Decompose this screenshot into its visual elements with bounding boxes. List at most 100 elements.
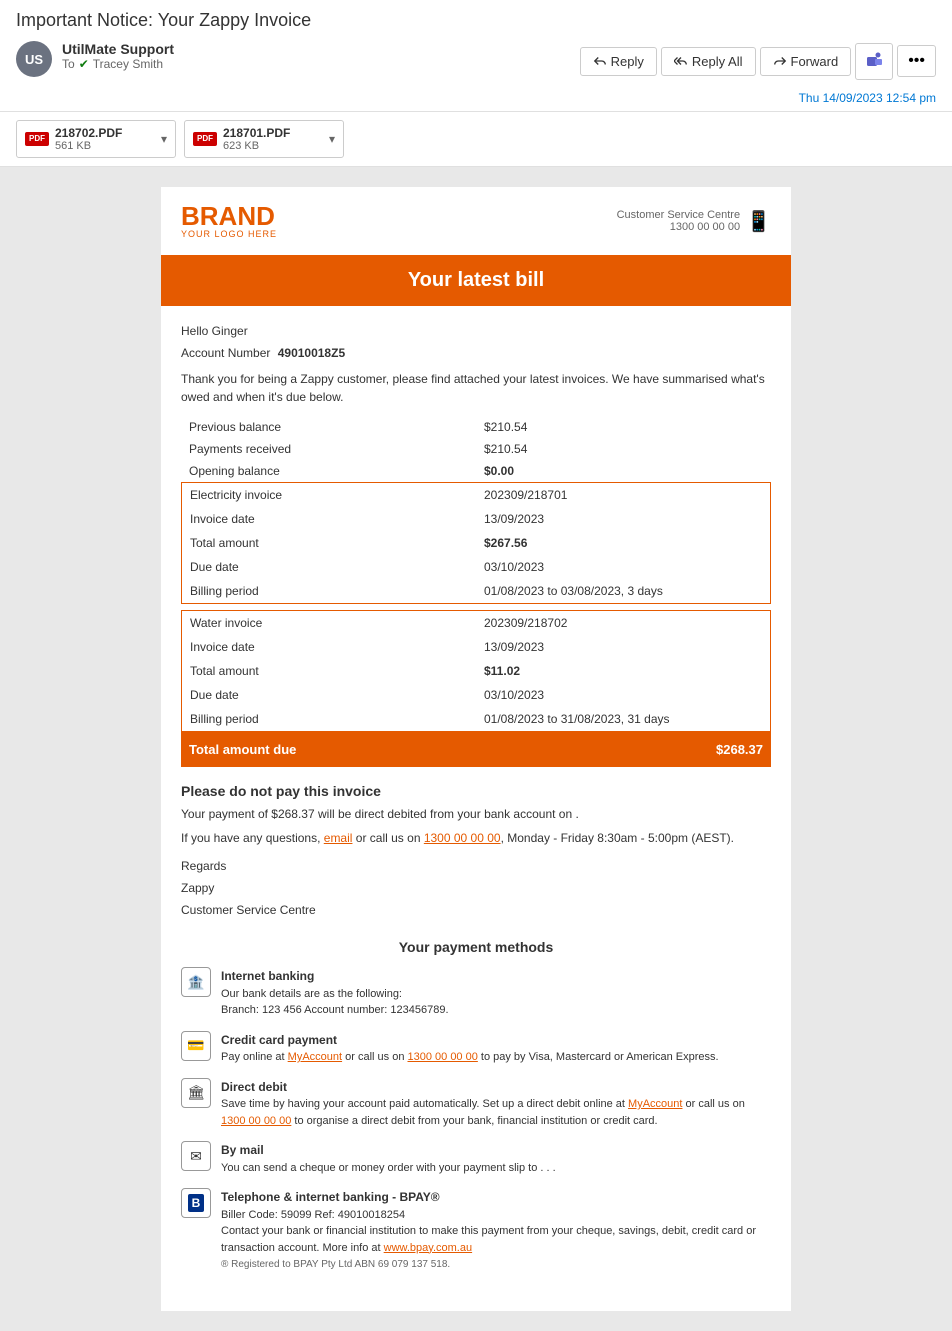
elec-date-label: Invoice date [182,507,477,531]
cs-phone: 1300 00 00 00 [617,221,741,233]
water-date-row: Invoice date 13/09/2023 [182,635,771,659]
reply-all-icon [674,54,688,68]
water-invoice-label: Water invoice [182,611,477,636]
email-content: BRAND YOUR LOGO HERE Customer Service Ce… [161,187,791,1311]
elec-invoice-label: Electricity invoice [182,483,477,508]
question-text: If you have any questions, email or call… [181,829,771,847]
attachment-1-size: 561 KB [55,140,155,152]
recipient-name: Tracey Smith [93,57,163,71]
email-actions: Reply Reply All Forward ••• [580,43,936,80]
attachment-2-chevron: ▾ [329,132,335,146]
company-name: Zappy [181,879,771,897]
water-date-value: 13/09/2023 [476,635,771,659]
payment-credit-card: 💳 Credit card payment Pay online at MyAc… [181,1031,771,1066]
email-link[interactable]: email [324,831,353,845]
phone-link-dd[interactable]: 1300 00 00 00 [221,1115,291,1127]
company-dept: Customer Service Centre [181,901,771,919]
no-pay-heading: Please do not pay this invoice [181,783,771,799]
to-label: To [62,57,75,71]
water-due-label: Due date [182,683,477,707]
credit-card-title: Credit card payment [221,1033,337,1047]
opening-value: $0.00 [476,460,771,482]
email-timestamp: Thu 14/09/2023 12:54 pm [799,91,936,105]
bpay-title: Telephone & internet banking - BPAY® [221,1190,440,1204]
more-options-button[interactable]: ••• [897,45,936,77]
water-table: Water invoice 202309/218702 Invoice date… [181,610,771,732]
mail-detail: You can send a cheque or money order wit… [221,1162,556,1174]
customer-service: Customer Service Centre 1300 00 00 00 📱 [617,209,771,234]
elec-period-value: 01/08/2023 to 03/08/2023, 3 days [476,579,771,604]
brand-logo-area: BRAND YOUR LOGO HERE [181,203,277,239]
brand-header: BRAND YOUR LOGO HERE Customer Service Ce… [161,187,791,255]
water-invoice-row: Water invoice 202309/218702 [182,611,771,636]
brand-name: BRAND [181,203,277,229]
water-period-row: Billing period 01/08/2023 to 31/08/2023,… [182,707,771,732]
elec-total-label: Total amount [182,531,477,555]
elec-due-row: Due date 03/10/2023 [182,555,771,579]
elec-invoice-value: 202309/218701 [476,483,771,508]
more-dots: ••• [908,52,925,69]
elec-period-row: Billing period 01/08/2023 to 03/08/2023,… [182,579,771,604]
reply-button[interactable]: Reply [580,47,657,76]
elec-period-label: Billing period [182,579,477,604]
water-due-row: Due date 03/10/2023 [182,683,771,707]
mail-title: By mail [221,1143,264,1157]
opening-label: Opening balance [181,460,476,482]
prev-balance-label: Previous balance [181,416,476,438]
avatar: US [16,41,52,77]
bpay-legal: ® Registered to BPAY Pty Ltd ABN 69 079 … [221,1259,450,1270]
elec-invoice-row: Electricity invoice 202309/218701 [182,483,771,508]
greeting: Hello Ginger [181,322,771,340]
elec-total-row: Total amount $267.56 [182,531,771,555]
water-total-value: $11.02 [476,659,771,683]
reply-icon [593,54,607,68]
no-pay-section: Please do not pay this invoice Your paym… [181,783,771,847]
attachment-1-chevron: ▾ [161,132,167,146]
sender-name: UtilMate Support [62,41,174,57]
cs-text: Customer Service Centre 1300 00 00 00 [617,209,741,233]
sender-info: UtilMate Support To ✔ Tracey Smith [62,41,174,71]
no-pay-text: Your payment of $268.37 will be direct d… [181,805,771,823]
elec-due-value: 03/10/2023 [476,555,771,579]
total-due-value: $268.37 [716,742,763,757]
teams-button[interactable] [855,43,893,80]
elec-total-value: $267.56 [476,531,771,555]
water-period-label: Billing period [182,707,477,732]
attachment-2-name: 218701.PDF [223,126,323,140]
total-due-row: Total amount due $268.37 [181,732,771,767]
verified-icon: ✔ [79,57,89,71]
bpay-link[interactable]: www.bpay.com.au [384,1242,472,1254]
myaccount-link-cc[interactable]: MyAccount [288,1051,342,1063]
payments-value: $210.54 [476,438,771,460]
payment-direct-debit: 🏛 Direct debit Save time by having your … [181,1078,771,1130]
prev-balance-row: Previous balance $210.54 [181,416,771,438]
regards-section: Regards Zappy Customer Service Centre [181,857,771,919]
account-number: 49010018Z5 [278,346,345,360]
internet-banking-text: Internet banking Our bank details are as… [221,967,449,1019]
attachment-1[interactable]: PDF 218702.PDF 561 KB ▾ [16,120,176,158]
direct-debit-icon: 🏛 [181,1078,211,1108]
mail-text: By mail You can send a cheque or money o… [221,1141,556,1176]
myaccount-link-dd[interactable]: MyAccount [628,1098,682,1110]
phone-icon: 📱 [746,209,771,234]
water-period-value: 01/08/2023 to 31/08/2023, 31 days [476,707,771,732]
summary-table: Previous balance $210.54 Payments receiv… [181,416,771,482]
pdf-icon-2: PDF [193,132,217,146]
email-header: Important Notice: Your Zappy Invoice US … [0,0,952,112]
opening-balance-row: Opening balance $0.00 [181,460,771,482]
internet-banking-title: Internet banking [221,969,314,983]
phone-link[interactable]: 1300 00 00 00 [424,831,501,845]
credit-card-icon: 💳 [181,1031,211,1061]
water-date-label: Invoice date [182,635,477,659]
forward-button[interactable]: Forward [760,47,852,76]
payment-methods-heading: Your payment methods [181,939,771,955]
phone-link-cc[interactable]: 1300 00 00 00 [408,1051,478,1063]
prev-balance-value: $210.54 [476,416,771,438]
reply-all-button[interactable]: Reply All [661,47,756,76]
direct-debit-title: Direct debit [221,1080,287,1094]
bpay-biller: Biller Code: 59099 Ref: 49010018254 [221,1209,405,1221]
water-total-label: Total amount [182,659,477,683]
payment-methods: Your payment methods 🏦 Internet banking … [181,929,771,1295]
timestamp-row: Thu 14/09/2023 12:54 pm [62,87,936,105]
attachment-2[interactable]: PDF 218701.PDF 623 KB ▾ [184,120,344,158]
